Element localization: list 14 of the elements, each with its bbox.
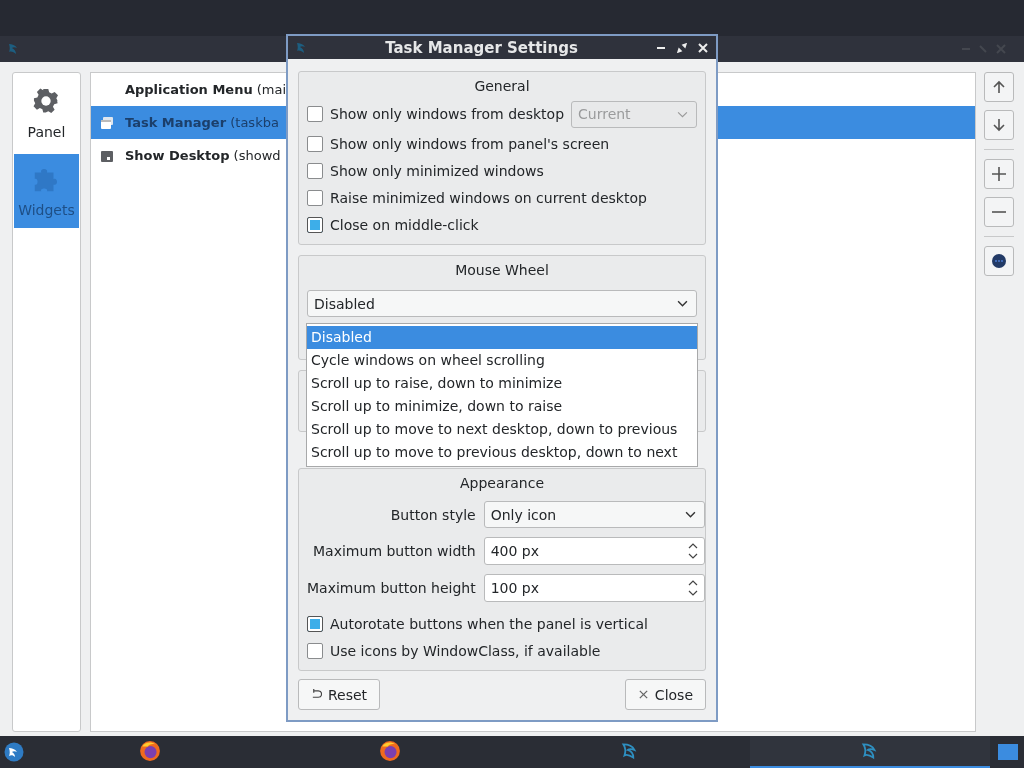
group-title: Mouse Wheel <box>454 261 550 280</box>
checkbox-label: Show only windows from panel's screen <box>330 135 610 152</box>
checkbox-label: Close on middle-click <box>330 216 479 233</box>
checkbox-label: Use icons by WindowClass, if available <box>330 642 601 659</box>
field-label: Button style <box>389 506 476 523</box>
group-title: General <box>473 77 531 96</box>
dialog-title: Task Manager Settings <box>384 38 579 57</box>
field-label: Maximum button width <box>312 543 476 559</box>
group-title: Appearance <box>458 474 546 493</box>
checkbox-label: Show only minimized windows <box>330 162 544 179</box>
checkbox-label: Show only windows from desktop <box>330 106 565 122</box>
checkbox-label: Autorotate buttons when the panel is vertical <box>330 615 648 632</box>
checkbox-label: Raise minimized windows on current desktop <box>330 189 647 206</box>
field-label: Maximum button height <box>307 580 476 596</box>
